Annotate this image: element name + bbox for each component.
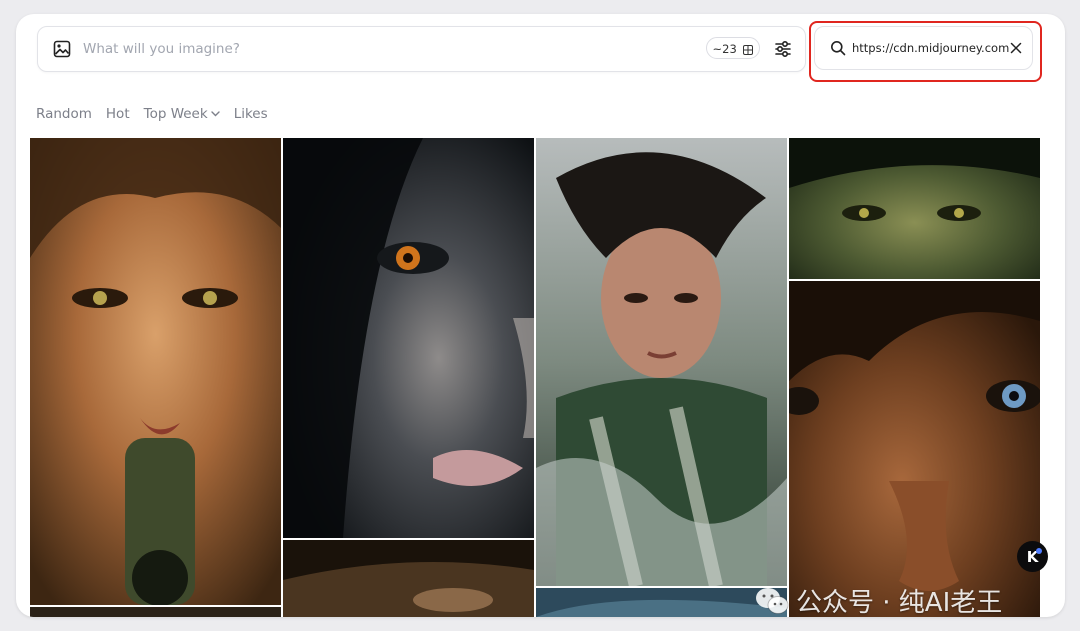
image-icon[interactable] <box>53 40 71 58</box>
filter-tabs: Random Hot Top Week Likes <box>36 106 268 122</box>
gallery-image[interactable] <box>789 138 1040 279</box>
prompt-input[interactable]: What will you imagine? <box>83 27 240 71</box>
grid-icon <box>743 45 754 55</box>
aspect-ratio-chip[interactable]: ~23 <box>706 37 760 59</box>
gallery-image[interactable] <box>536 588 787 617</box>
gallery-image[interactable] <box>283 540 534 617</box>
tab-top-week[interactable]: Top Week <box>144 106 220 122</box>
highlight-box <box>809 21 1042 82</box>
sliders-icon[interactable] <box>774 40 792 58</box>
gallery-image[interactable] <box>283 138 534 538</box>
gallery-image[interactable] <box>789 281 1040 617</box>
tab-top-week-label: Top Week <box>143 106 208 122</box>
wechat-icon <box>756 587 789 614</box>
gallery-image[interactable] <box>30 138 281 605</box>
tab-random[interactable]: Random <box>36 106 92 122</box>
logo-dot <box>1036 548 1042 554</box>
chevron-down-icon <box>210 111 220 117</box>
tab-hot[interactable]: Hot <box>106 106 130 122</box>
prompt-bar[interactable]: What will you imagine? ~23 <box>37 26 806 72</box>
app-frame: What will you imagine? ~23 https://cdn.m… <box>16 14 1065 617</box>
app-logo-badge[interactable]: K <box>1017 541 1048 572</box>
aspect-ratio-label: ~23 <box>712 42 737 56</box>
gallery-image[interactable] <box>536 138 787 586</box>
tab-likes[interactable]: Likes <box>234 106 268 122</box>
watermark-text: 公众号 · 纯AI老王 <box>796 588 1003 617</box>
gallery-image[interactable] <box>30 607 281 617</box>
watermark: 公众号 · 纯AI老王 <box>754 582 1002 617</box>
